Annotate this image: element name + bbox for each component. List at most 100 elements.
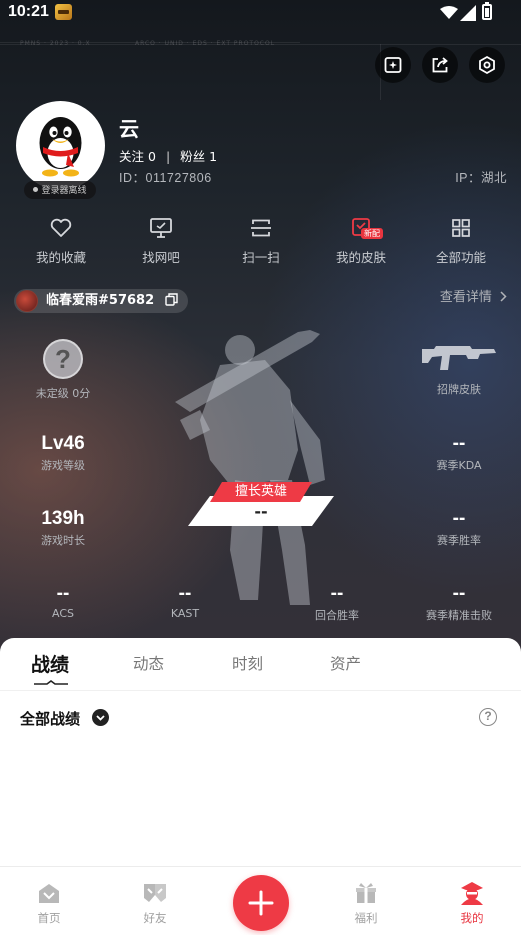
heart-icon bbox=[50, 218, 72, 237]
level-value: Lv46 bbox=[41, 433, 85, 454]
acs-label: ACS bbox=[52, 607, 74, 620]
settings-button[interactable] bbox=[469, 47, 505, 83]
following-link[interactable]: 关注 0 bbox=[119, 149, 156, 164]
edit-card-button[interactable] bbox=[375, 47, 411, 83]
chevron-down-icon bbox=[96, 715, 105, 721]
quick-action-label: 我的皮肤 bbox=[335, 250, 386, 265]
quick-action-label: 全部功能 bbox=[435, 250, 486, 265]
user-id: ID：011727806 bbox=[119, 171, 212, 185]
ip-location: IP：湖北 bbox=[455, 171, 507, 185]
game-account-pill[interactable]: 临春爱雨#57682 bbox=[14, 289, 188, 313]
fans-link[interactable]: 粉丝 1 bbox=[180, 149, 217, 164]
plus-icon bbox=[248, 890, 274, 916]
playtime-value: 139h bbox=[41, 508, 85, 529]
kast-label: KAST bbox=[170, 607, 200, 620]
me-icon bbox=[461, 882, 483, 905]
nav-me[interactable]: 我的 bbox=[437, 879, 507, 926]
quick-action-label: 我的收藏 bbox=[35, 250, 86, 265]
follow-stats: 关注 0 | 粉丝 1 bbox=[119, 146, 217, 165]
headshot-stat: -- 赛季精准击败 bbox=[414, 583, 504, 623]
tab-moments[interactable]: 时刻 bbox=[232, 652, 263, 674]
level-stat: Lv46 游戏等级 bbox=[22, 433, 104, 473]
nav-home[interactable]: 首页 bbox=[14, 879, 84, 926]
view-details-link[interactable]: 查看详情 bbox=[440, 289, 507, 307]
headshot-value: -- bbox=[452, 583, 466, 604]
grid-icon bbox=[452, 219, 470, 237]
status-dot-icon bbox=[33, 187, 39, 192]
fans-count: 1 bbox=[209, 149, 218, 164]
fans-label: 粉丝 bbox=[180, 149, 206, 164]
winrate-stat: -- 赛季胜率 bbox=[414, 508, 504, 548]
level-label: 游戏等级 bbox=[41, 459, 85, 472]
kda-stat: -- 赛季KDA bbox=[414, 433, 504, 473]
nickname: 云 bbox=[119, 117, 139, 141]
share-button[interactable] bbox=[422, 47, 458, 83]
kast-stat: -- KAST bbox=[144, 583, 226, 620]
winrate-label: 赛季胜率 bbox=[437, 534, 481, 547]
kda-label: 赛季KDA bbox=[436, 459, 482, 472]
round-winrate-label: 回合胜率 bbox=[315, 609, 359, 622]
unranked-icon: ? bbox=[43, 339, 83, 379]
round-winrate-stat: -- 回合胜率 bbox=[296, 583, 378, 623]
battery-icon bbox=[482, 2, 492, 20]
signal-icon bbox=[460, 5, 476, 21]
nav-friends-label: 好友 bbox=[143, 911, 167, 925]
clock: 10:21 bbox=[8, 3, 49, 20]
quick-action-label: 找网吧 bbox=[142, 250, 180, 265]
penguin-avatar-icon bbox=[39, 117, 82, 177]
winrate-value: -- bbox=[452, 508, 466, 529]
quick-action-all-features[interactable]: 全部功能 bbox=[411, 216, 511, 266]
rank-stat[interactable]: ? 未定级 0分 bbox=[22, 339, 104, 401]
scan-icon bbox=[251, 219, 271, 237]
new-badge: 新配 bbox=[361, 228, 383, 239]
game-account-avatar bbox=[16, 290, 38, 312]
headshot-label: 赛季精准击败 bbox=[426, 609, 492, 622]
tab-divider bbox=[0, 690, 521, 691]
rifle-icon bbox=[422, 346, 496, 370]
filter-dropdown-button[interactable] bbox=[92, 709, 109, 726]
monitor-icon bbox=[150, 218, 172, 238]
records-filter-label[interactable]: 全部战绩 bbox=[20, 708, 80, 729]
playtime-label: 游戏时长 bbox=[41, 534, 85, 547]
home-icon bbox=[39, 884, 59, 903]
profile-header-background: PMNS · 2023 · 0.X ARCO · UNID · EDS · EX… bbox=[0, 0, 521, 660]
following-label: 关注 bbox=[119, 149, 145, 164]
acs-value: -- bbox=[56, 583, 70, 604]
nav-welfare[interactable]: 福利 bbox=[331, 879, 401, 926]
quick-action-label: 扫一扫 bbox=[242, 250, 280, 265]
playtime-stat: 139h 游戏时长 bbox=[22, 508, 104, 548]
copy-icon[interactable] bbox=[164, 293, 178, 306]
nav-friends[interactable]: 好友 bbox=[120, 879, 190, 926]
help-icon[interactable]: ? bbox=[479, 708, 497, 726]
edit-card-icon bbox=[384, 57, 402, 73]
tab-records[interactable]: 战绩 bbox=[31, 650, 69, 677]
share-icon bbox=[432, 57, 448, 73]
status-bar: 10:21 bbox=[0, 0, 521, 26]
nav-welfare-label: 福利 bbox=[354, 911, 378, 925]
best-hero-value: -- bbox=[254, 502, 268, 521]
round-winrate-value: -- bbox=[330, 583, 344, 604]
quick-action-favorites[interactable]: 我的收藏 bbox=[11, 216, 111, 266]
view-details-text: 查看详情 bbox=[439, 290, 492, 305]
quick-action-find-cafe[interactable]: 找网吧 bbox=[111, 216, 211, 266]
agent-silhouette bbox=[175, 330, 325, 605]
kda-value: -- bbox=[452, 433, 466, 454]
online-status-text: 登录器离线 bbox=[41, 185, 87, 195]
tab-assets[interactable]: 资产 bbox=[330, 652, 361, 674]
gift-icon bbox=[356, 883, 376, 903]
quick-action-scan[interactable]: 扫一扫 bbox=[211, 216, 311, 266]
signature-skin-label: 招牌皮肤 bbox=[437, 383, 481, 396]
wifi-icon bbox=[440, 6, 458, 19]
game-account-name: 临春爱雨#57682 bbox=[46, 293, 155, 308]
records-sheet: 战绩 动态 时刻 资产 全部战绩 ? bbox=[0, 638, 521, 868]
avatar[interactable] bbox=[16, 101, 105, 190]
nav-home-label: 首页 bbox=[37, 911, 61, 925]
best-hero-tag: 擅长英雄 bbox=[210, 482, 312, 502]
signature-skin-stat[interactable]: 招牌皮肤 bbox=[414, 343, 504, 397]
tab-feed[interactable]: 动态 bbox=[133, 652, 164, 674]
friends-icon bbox=[144, 884, 166, 902]
online-status-badge: 登录器离线 bbox=[24, 181, 96, 199]
acs-stat: -- ACS bbox=[22, 583, 104, 620]
quick-action-my-skins[interactable]: 新配 我的皮肤 bbox=[311, 216, 411, 266]
create-post-button[interactable] bbox=[233, 875, 289, 931]
